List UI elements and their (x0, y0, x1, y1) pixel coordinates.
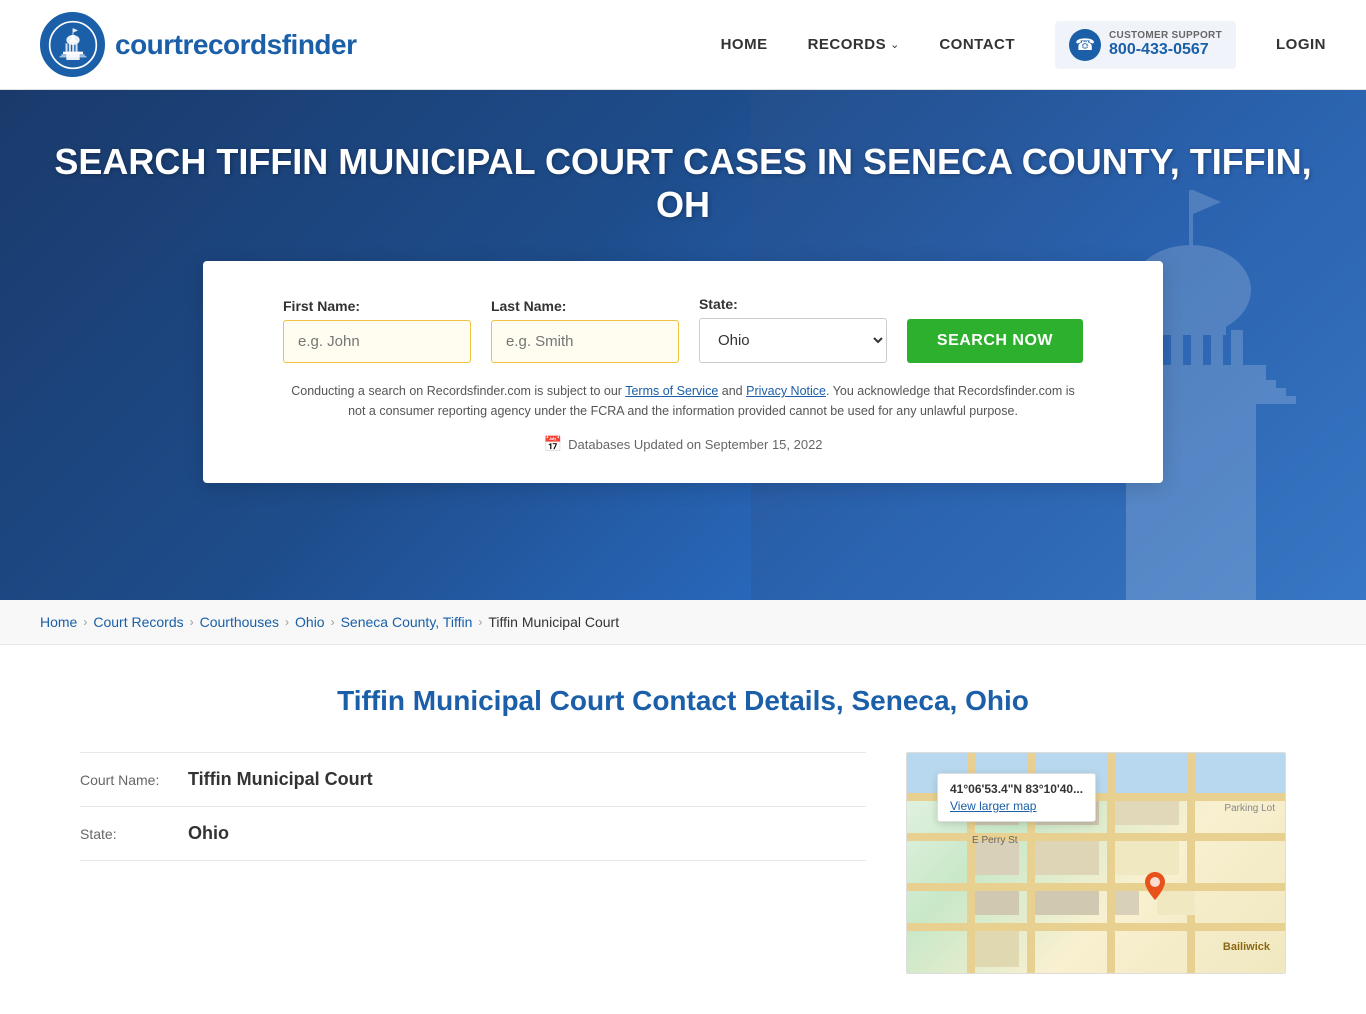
tos-link[interactable]: Terms of Service (625, 384, 718, 398)
main-nav: HOME RECORDS ⌄ CONTACT ☎ CUSTOMER SUPPOR… (721, 21, 1326, 69)
search-card: First Name: Last Name: State: Ohio Alaba… (203, 261, 1163, 483)
bailiwick-label: Bailiwick (1223, 941, 1270, 953)
map-coordinates: 41°06'53.4"N 83°10'40... (950, 782, 1083, 796)
breadcrumb-ohio[interactable]: Ohio (295, 614, 325, 630)
parking-lot-label: Parking Lot (1224, 803, 1275, 814)
breadcrumb-seneca[interactable]: Seneca County, Tiffin (341, 614, 473, 630)
map-road-v3 (1107, 753, 1115, 973)
first-name-group: First Name: (283, 298, 471, 363)
map-block-5 (1035, 841, 1099, 875)
nav-records-container: RECORDS ⌄ (808, 36, 900, 53)
state-value: Ohio (188, 823, 229, 844)
map-block-8 (1035, 891, 1099, 915)
headset-icon: ☎ (1069, 29, 1101, 61)
map-block-11 (975, 931, 1019, 967)
state-label: State: (699, 296, 887, 312)
details-left: Court Name: Tiffin Municipal Court State… (80, 752, 866, 861)
breadcrumb-sep-4: › (331, 615, 335, 629)
map-area: 41°06'53.4"N 83°10'40... View larger map… (906, 752, 1286, 974)
map-block-4 (975, 841, 1019, 875)
nav-records[interactable]: RECORDS (808, 36, 887, 53)
calendar-icon: 📅 (543, 435, 562, 453)
last-name-group: Last Name: (491, 298, 679, 363)
breadcrumb-current: Tiffin Municipal Court (488, 614, 619, 630)
map-road-v4 (1187, 753, 1195, 973)
support-text: CUSTOMER SUPPORT 800-433-0567 (1109, 30, 1222, 59)
logo-text: courtrecordsfinder (115, 29, 357, 61)
map-road-h4 (907, 923, 1285, 931)
chevron-down-icon: ⌄ (890, 38, 899, 51)
support-box: ☎ CUSTOMER SUPPORT 800-433-0567 (1055, 21, 1236, 69)
map-block-3 (1115, 801, 1179, 825)
last-name-input[interactable] (491, 320, 679, 363)
breadcrumb-court-records[interactable]: Court Records (93, 614, 183, 630)
section-title: Tiffin Municipal Court Contact Details, … (80, 685, 1286, 717)
nav-contact[interactable]: CONTACT (939, 36, 1015, 53)
breadcrumb-sep-2: › (190, 615, 194, 629)
e-perry-label: E Perry St (972, 835, 1018, 846)
state-label: State: (80, 826, 180, 842)
main-content: Tiffin Municipal Court Contact Details, … (0, 645, 1366, 1014)
first-name-input[interactable] (283, 320, 471, 363)
breadcrumb-sep-3: › (285, 615, 289, 629)
map-tooltip: 41°06'53.4"N 83°10'40... View larger map (937, 773, 1096, 822)
view-larger-map-link[interactable]: View larger map (950, 799, 1036, 813)
nav-home[interactable]: HOME (721, 36, 768, 53)
map-placeholder: 41°06'53.4"N 83°10'40... View larger map… (907, 753, 1285, 973)
db-update: 📅 Databases Updated on September 15, 202… (283, 435, 1083, 453)
breadcrumb: Home › Court Records › Courthouses › Ohi… (0, 600, 1366, 645)
breadcrumb-sep-1: › (83, 615, 87, 629)
site-logo[interactable]: courtrecordsfinder (40, 12, 357, 77)
privacy-link[interactable]: Privacy Notice (746, 384, 826, 398)
disclaimer-text: Conducting a search on Recordsfinder.com… (283, 381, 1083, 421)
last-name-label: Last Name: (491, 298, 679, 314)
logo-icon (40, 12, 105, 77)
court-name-value: Tiffin Municipal Court (188, 769, 373, 790)
map-block-9 (1115, 891, 1139, 915)
breadcrumb-sep-5: › (478, 615, 482, 629)
nav-login[interactable]: LOGIN (1276, 36, 1326, 53)
map-pin (1145, 872, 1165, 903)
hero-title: SEARCH TIFFIN MUNICIPAL COURT CASES IN S… (40, 140, 1326, 226)
map-block-7 (975, 891, 1019, 915)
state-row: State: Ohio (80, 807, 866, 861)
map-block-6 (1115, 841, 1179, 875)
hero-section: SEARCH TIFFIN MUNICIPAL COURT CASES IN S… (0, 90, 1366, 600)
state-select[interactable]: Ohio Alabama Alaska Arizona Arkansas Cal… (699, 318, 887, 363)
search-button[interactable]: SEARCH NOW (907, 319, 1083, 363)
details-layout: Court Name: Tiffin Municipal Court State… (80, 752, 1286, 974)
state-group: State: Ohio Alabama Alaska Arizona Arkan… (699, 296, 887, 363)
court-name-row: Court Name: Tiffin Municipal Court (80, 752, 866, 807)
first-name-label: First Name: (283, 298, 471, 314)
breadcrumb-home[interactable]: Home (40, 614, 77, 630)
support-phone[interactable]: 800-433-0567 (1109, 41, 1222, 59)
breadcrumb-courthouses[interactable]: Courthouses (200, 614, 279, 630)
map-road-h3 (907, 883, 1285, 891)
court-name-label: Court Name: (80, 772, 180, 788)
search-fields: First Name: Last Name: State: Ohio Alaba… (283, 296, 1083, 363)
support-label: CUSTOMER SUPPORT (1109, 30, 1222, 41)
map-road-h2 (907, 833, 1285, 841)
site-header: courtrecordsfinder HOME RECORDS ⌄ CONTAC… (0, 0, 1366, 90)
